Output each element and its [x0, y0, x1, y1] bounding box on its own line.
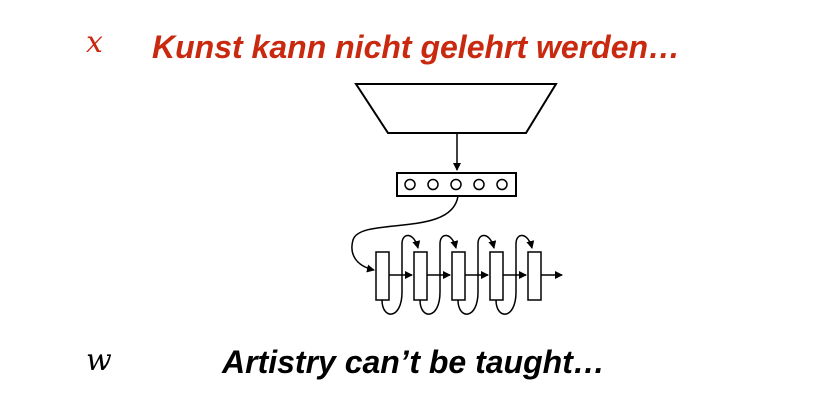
vector-unit: [404, 178, 416, 191]
encoder-trapezoid: [354, 83, 558, 134]
decoder-cell: [413, 251, 428, 301]
decoder-cell: [489, 251, 504, 301]
vector-unit: [427, 178, 439, 191]
decoder-rnn: [375, 234, 563, 315]
encoding-vector: [396, 172, 517, 197]
target-sentence: Artistry can’t be taught…: [222, 344, 605, 380]
decoder-cell: [375, 251, 390, 301]
vector-to-decoder-arrow: [351, 195, 459, 273]
vector-unit: [496, 178, 508, 191]
decoder-cell: [451, 251, 466, 301]
decoder-cell: [527, 251, 542, 301]
encoder-decoder-diagram: [351, 83, 563, 315]
vector-unit: [473, 178, 485, 191]
target-variable-w: w: [86, 343, 112, 378]
vector-unit: [450, 178, 462, 191]
